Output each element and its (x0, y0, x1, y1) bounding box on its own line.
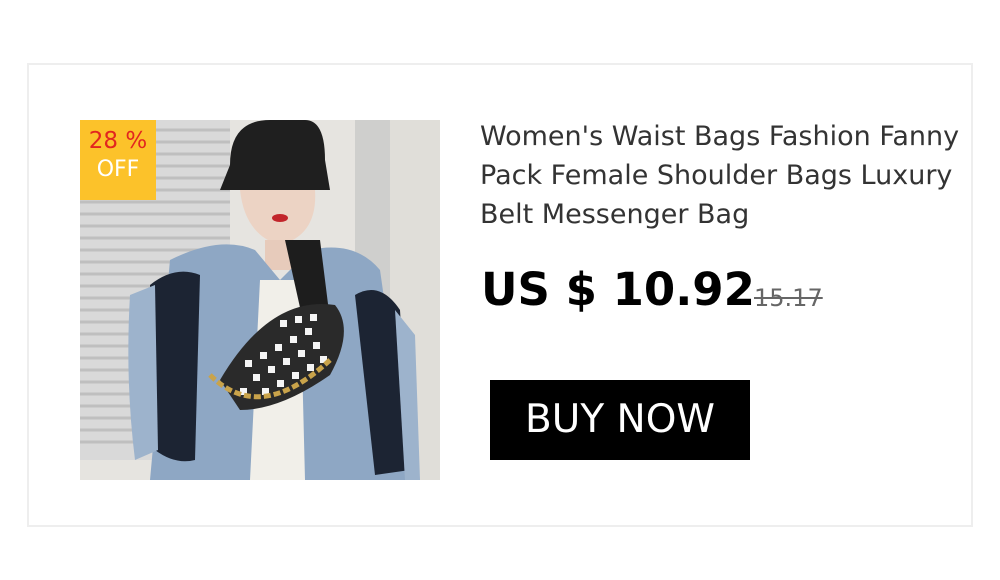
discount-percent: 28 % (88, 128, 148, 154)
discount-off-label: OFF (96, 157, 140, 182)
discount-badge: 28 % OFF (80, 120, 156, 200)
product-title[interactable]: Women's Waist Bags Fashion Fanny Pack Fe… (480, 117, 960, 234)
current-price: US $ 10.92 (481, 263, 755, 316)
buy-now-button[interactable]: BUY NOW (490, 380, 750, 460)
original-price: 15.17 (754, 284, 823, 312)
